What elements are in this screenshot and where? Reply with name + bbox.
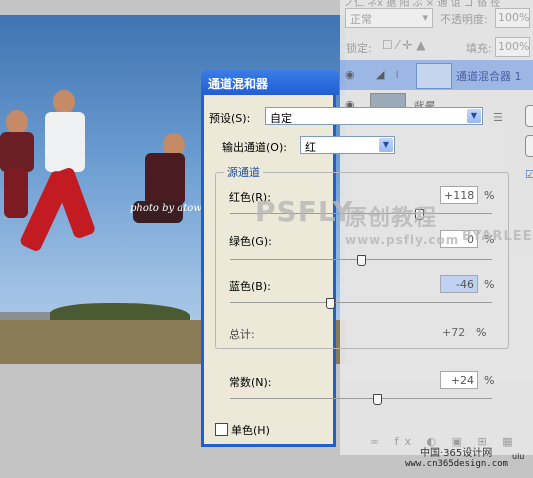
preset-label: 预设(S): <box>209 112 251 125</box>
constant-slider-thumb[interactable] <box>372 394 382 405</box>
fill-label: 填充: <box>466 42 492 55</box>
preview-checkbox[interactable]: ☑ <box>525 168 533 181</box>
footer-corner: uiu <box>512 452 525 461</box>
opacity-label: 不透明度: <box>440 13 488 26</box>
footer-site: 中国·365设计网 <box>420 448 493 459</box>
cancel-button-edge[interactable] <box>525 135 533 157</box>
red-value-field[interactable]: +118 <box>440 186 478 204</box>
chain-icon: ⧘ <box>396 68 399 81</box>
fill-field[interactable]: 100% <box>495 37 530 57</box>
lock-icons[interactable]: ☐ ⁄ ✛ ▲ <box>382 38 426 52</box>
green-slider-thumb[interactable] <box>357 255 366 266</box>
layer-channel-mixer[interactable]: ◉ ◢ ⧘ 通道混合器 1 <box>340 60 533 90</box>
total-value: +72 <box>442 326 466 339</box>
adjust-icon: ◢ <box>376 68 385 81</box>
chevron-down-icon: ▾ <box>422 11 428 24</box>
preset-select[interactable]: 自定 ▼ <box>265 107 483 125</box>
constant-slider-track[interactable] <box>230 398 492 399</box>
constant-value-field[interactable]: +24 <box>440 371 478 389</box>
watermark-author: BYARLEE <box>462 229 533 244</box>
list-icon: ☰ <box>493 111 503 124</box>
total-percent: % <box>476 326 487 339</box>
chevron-down-icon: ▼ <box>379 138 393 152</box>
output-channel-select[interactable]: 红 ▼ <box>300 136 395 154</box>
output-channel-value: 红 <box>305 141 316 154</box>
blend-mode-select[interactable]: 正常 ▾ <box>345 8 433 28</box>
blue-label: 蓝色(B): <box>229 280 271 293</box>
watermark-title: 原创教程 <box>345 206 438 231</box>
blue-slider-track[interactable] <box>230 302 492 303</box>
constant-percent: % <box>484 374 495 387</box>
output-channel-label: 输出通道(O): <box>222 141 287 154</box>
green-label: 绿色(G): <box>229 235 272 248</box>
layer-name: 通道混合器 1 <box>456 70 522 83</box>
blue-value-field[interactable]: -46 <box>440 275 478 293</box>
eye-icon[interactable]: ◉ <box>345 68 359 81</box>
ok-button-edge[interactable] <box>525 105 533 127</box>
blue-percent: % <box>484 278 495 291</box>
constant-label: 常数(N): <box>229 376 272 389</box>
watermark-brand: PSFLY <box>255 195 354 228</box>
dialog-title: 通道混和器 <box>208 77 269 91</box>
footer-url: www.cn365design.com <box>405 459 508 469</box>
chevron-down-icon: ▼ <box>467 109 481 123</box>
red-percent: % <box>484 189 495 202</box>
monochrome-checkbox[interactable] <box>215 423 228 436</box>
monochrome-label: 单色(H) <box>231 424 270 437</box>
photo-credit: photo by atow <box>130 203 202 214</box>
layer-mask-thumbnail <box>416 63 452 89</box>
opacity-field[interactable]: 100% <box>495 8 530 28</box>
blue-slider-thumb[interactable] <box>325 298 335 309</box>
preset-value: 自定 <box>270 112 292 125</box>
watermark-url: www.psfly.com <box>345 233 460 247</box>
source-channels-label: 源通道 <box>224 164 263 180</box>
blend-mode-value: 正常 <box>350 13 372 26</box>
total-label: 总计: <box>229 328 255 341</box>
lock-label: 锁定: <box>346 42 372 55</box>
